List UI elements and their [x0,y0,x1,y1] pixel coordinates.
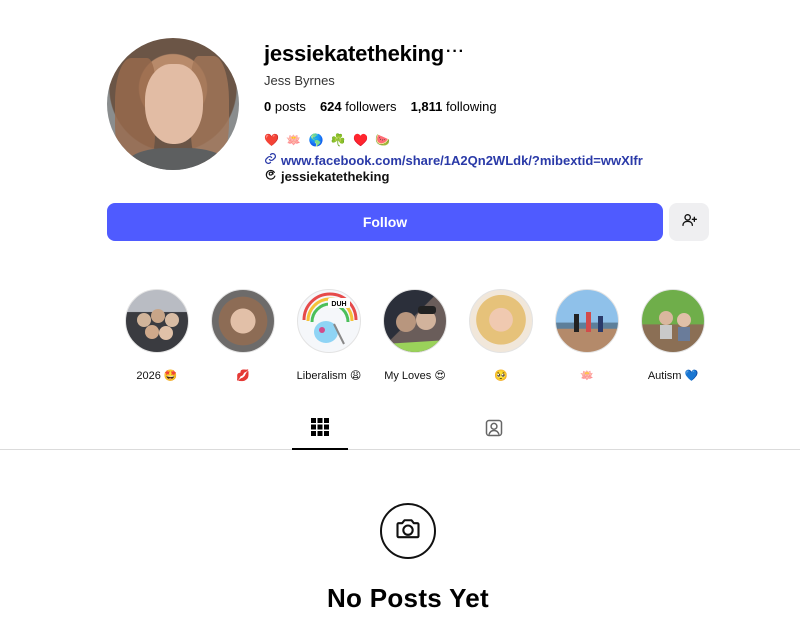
external-link[interactable]: www.facebook.com/share/1A2Qn2WLdk/?mibex… [264,152,643,168]
followers-stat[interactable]: 624 followers [320,99,397,114]
highlight-item[interactable]: 2026 🤩 [117,289,197,382]
threads-link[interactable]: jessiekatetheking [264,168,389,184]
profile-tabs [0,410,800,450]
following-stat[interactable]: 1,811 following [411,99,497,114]
tab-posts[interactable] [292,410,348,450]
profile-avatar [107,38,239,170]
beach-icon [555,289,619,353]
highlight-item[interactable]: 💋 [203,289,283,382]
highlight-item[interactable]: 🥺 [461,289,541,382]
highlight-label: 🥺 [494,370,508,382]
follow-button[interactable]: Follow [107,203,663,241]
highlight-item[interactable]: 🪷 [547,289,627,382]
camera-icon-circle [380,503,436,559]
highlight-item[interactable]: Autism 💙 [633,289,713,382]
story-highlights: 2026 🤩 💋 DUH Liberalism 😩 My Loves 😍 🥺 🪷… [115,289,715,385]
profile-username: jessiekatetheking [264,41,445,66]
camera-icon [394,515,422,548]
threads-icon [264,168,277,184]
highlight-label: Autism 💙 [647,370,699,382]
link-text[interactable]: www.facebook.com/share/1A2Qn2WLdk/?mibex… [281,153,643,168]
profile-full-name: Jess Byrnes [264,73,335,88]
empty-state-title: No Posts Yet [326,583,490,613]
tab-tagged[interactable] [466,410,522,450]
threads-handle[interactable]: jessiekatetheking [281,169,389,184]
group-icon [125,289,189,353]
tagged-user-icon [484,418,504,443]
selfie-icon [211,289,275,353]
highlight-label: Liberalism 😩 [296,370,362,382]
suggest-user-button[interactable] [669,203,709,241]
link-icon [264,152,277,168]
add-person-icon [681,212,697,233]
couple-icon [383,289,447,353]
highlight-item[interactable]: My Loves 😍 [375,289,455,382]
doll-icon [469,289,533,353]
highlight-label: My Loves 😍 [384,370,446,382]
highlight-item[interactable]: DUH Liberalism 😩 [289,289,369,382]
grid-icon [311,417,329,441]
bio-emoji-line: ❤️ 🪷 🌎 ☘️ ♥️ 🍉 [264,133,393,147]
highlight-label: 2026 🤩 [136,370,178,382]
pony-icon: DUH [297,289,361,353]
svg-text:DUH: DUH [331,301,346,308]
highlight-label: 🪷 [580,370,594,382]
posts-stat: 0 posts [264,99,306,114]
more-options-icon[interactable]: ··· [446,43,465,61]
profile-stats: 0 posts 624 followers 1,811 following [264,99,497,114]
kids-icon [641,289,705,353]
highlight-label: 💋 [236,370,250,382]
